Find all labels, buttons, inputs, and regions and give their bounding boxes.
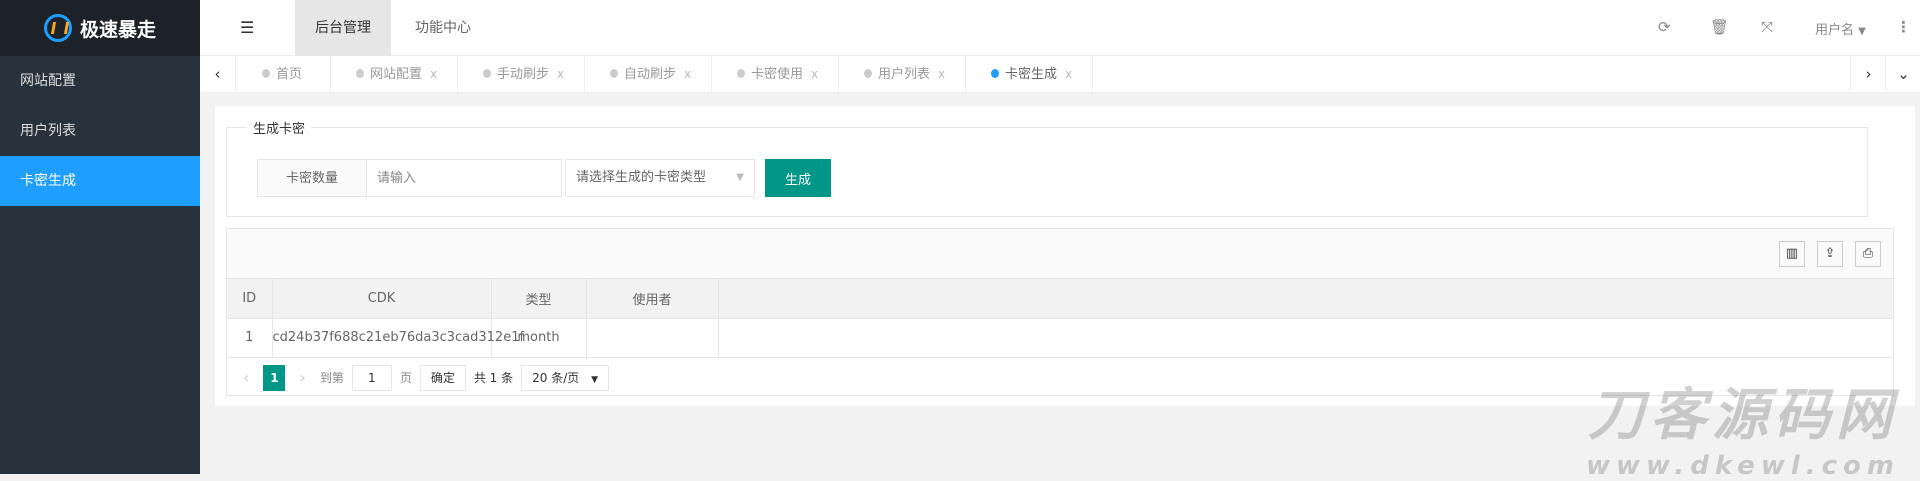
tab-label: 首页 [276, 67, 303, 82]
header-tab-features[interactable]: 功能中心 [395, 0, 491, 56]
menu-toggle-icon[interactable]: ☰ [240, 18, 254, 37]
close-icon[interactable]: x [557, 67, 564, 81]
column-header[interactable]: CDK [272, 279, 492, 319]
tabs-next-button[interactable]: › [1850, 56, 1886, 93]
column-header[interactable]: 使用者 [586, 279, 719, 319]
fieldset-legend: 生成卡密 [253, 122, 306, 137]
quantity-input[interactable] [366, 159, 562, 197]
tab-card-usage[interactable]: 卡密使用 x [712, 56, 839, 93]
tab-label: 卡密生成 [1005, 67, 1058, 82]
logo: 极速暴走 [0, 0, 200, 56]
card-type-select[interactable]: 请选择生成的卡密类型 ▼ [565, 159, 755, 197]
logo-icon [43, 14, 72, 42]
page-size-select[interactable]: 20 条/页 ▼ [521, 364, 610, 391]
table-header-row: ID CDK 类型 使用者 [227, 279, 1893, 319]
tabs-bar: ‹ 首页 网站配置 x 手动刷步 x 自动刷步 x 卡密使用 x 用户列表 x 卡密生成 x… [200, 56, 1920, 93]
caret-down-icon: ▼ [1858, 26, 1866, 37]
tab-label: 手动刷步 [497, 67, 550, 82]
sidebar: 网站配置 用户列表 卡密生成 [0, 56, 200, 474]
sidebar-item-site-config[interactable]: 网站配置 [0, 56, 200, 106]
goto-page-input[interactable]: 1 [351, 364, 392, 391]
header-tab-admin[interactable]: 后台管理 [295, 0, 391, 56]
generate-button[interactable]: 生成 [765, 159, 831, 197]
sidebar-item-user-list[interactable]: 用户列表 [0, 106, 200, 156]
tab-label: 卡密使用 [751, 67, 804, 82]
cell-cdk: cd24b37f688c21eb76da3c3cad312e1f [272, 318, 524, 358]
cell-id: 1 [227, 318, 273, 358]
goto-label: 到第 [319, 371, 344, 385]
tab-home[interactable]: 首页 [237, 56, 331, 93]
columns-filter-icon[interactable]: ▥ [1779, 241, 1805, 267]
watermark-title: 刀客源码网 [1587, 383, 1898, 448]
more-icon[interactable]: ⋮ [1896, 18, 1911, 36]
dot-icon [356, 69, 364, 78]
confirm-button[interactable]: 确定 [419, 364, 466, 391]
dot-icon [610, 69, 618, 78]
dot-icon [262, 69, 270, 78]
export-icon[interactable]: ⇪ [1817, 241, 1843, 267]
sidebar-item-card-generate[interactable]: 卡密生成 [0, 156, 200, 206]
table-toolbar: ▥ ⇪ ⎙ [227, 229, 1893, 279]
close-icon[interactable]: x [811, 67, 818, 81]
header: ☰ 后台管理 功能中心 ⟳ 🗑 ⤧ 用户名 ▼ ⋮ [200, 0, 1920, 56]
prev-page-icon[interactable]: ‹ [237, 368, 255, 387]
cell-empty [718, 318, 1893, 358]
user-menu[interactable]: 用户名 ▼ [1815, 19, 1866, 38]
dot-icon [991, 69, 999, 78]
column-header[interactable]: ID [227, 279, 273, 319]
tab-auto-step[interactable]: 自动刷步 x [585, 56, 712, 93]
print-icon[interactable]: ⎙ [1855, 241, 1881, 267]
trash-icon[interactable]: 🗑 [1710, 18, 1729, 36]
close-icon[interactable]: x [938, 67, 945, 81]
tab-label: 网站配置 [370, 67, 423, 82]
tab-site-config[interactable]: 网站配置 x [331, 56, 458, 93]
close-icon[interactable]: x [430, 67, 437, 81]
dot-icon [864, 69, 872, 78]
quantity-label: 卡密数量 [257, 159, 367, 197]
caret-down-icon: ▼ [736, 172, 744, 183]
tab-manual-step[interactable]: 手动刷步 x [458, 56, 585, 93]
caret-down-icon: ▼ [591, 374, 599, 385]
username: 用户名 [1815, 23, 1855, 38]
watermark: 刀客源码网 www.dkewl.com [1586, 370, 1900, 481]
cell-user [586, 318, 719, 358]
dot-icon [737, 69, 745, 78]
tabs-prev-button[interactable]: ‹ [200, 56, 236, 93]
tabs-dropdown-button[interactable]: ⌄ [1885, 56, 1920, 93]
page-size-value: 20 条/页 [532, 370, 580, 385]
page-current[interactable]: 1 [263, 364, 286, 391]
total-count: 共 1 条 [473, 371, 514, 385]
tab-label: 用户列表 [878, 67, 931, 82]
tab-label: 自动刷步 [624, 67, 677, 82]
tab-user-list[interactable]: 用户列表 x [839, 56, 966, 93]
column-header[interactable]: 类型 [491, 279, 587, 319]
fullscreen-icon[interactable]: ⤧ [1761, 18, 1773, 36]
select-placeholder: 请选择生成的卡密类型 [576, 170, 707, 185]
close-icon[interactable]: x [1065, 67, 1072, 81]
table-row[interactable]: 1 cd24b37f688c21eb76da3c3cad312e1f month [227, 318, 1893, 358]
tab-card-generate[interactable]: 卡密生成 x [966, 56, 1093, 93]
page-unit: 页 [399, 371, 412, 385]
close-icon[interactable]: x [684, 67, 691, 81]
dot-icon [483, 69, 491, 78]
next-page-icon[interactable]: › [293, 368, 311, 387]
watermark-url: www.dkewl.com [1585, 451, 1900, 481]
app-name: 极速暴走 [79, 18, 156, 41]
refresh-icon[interactable]: ⟳ [1658, 18, 1671, 36]
column-header [718, 279, 1893, 319]
